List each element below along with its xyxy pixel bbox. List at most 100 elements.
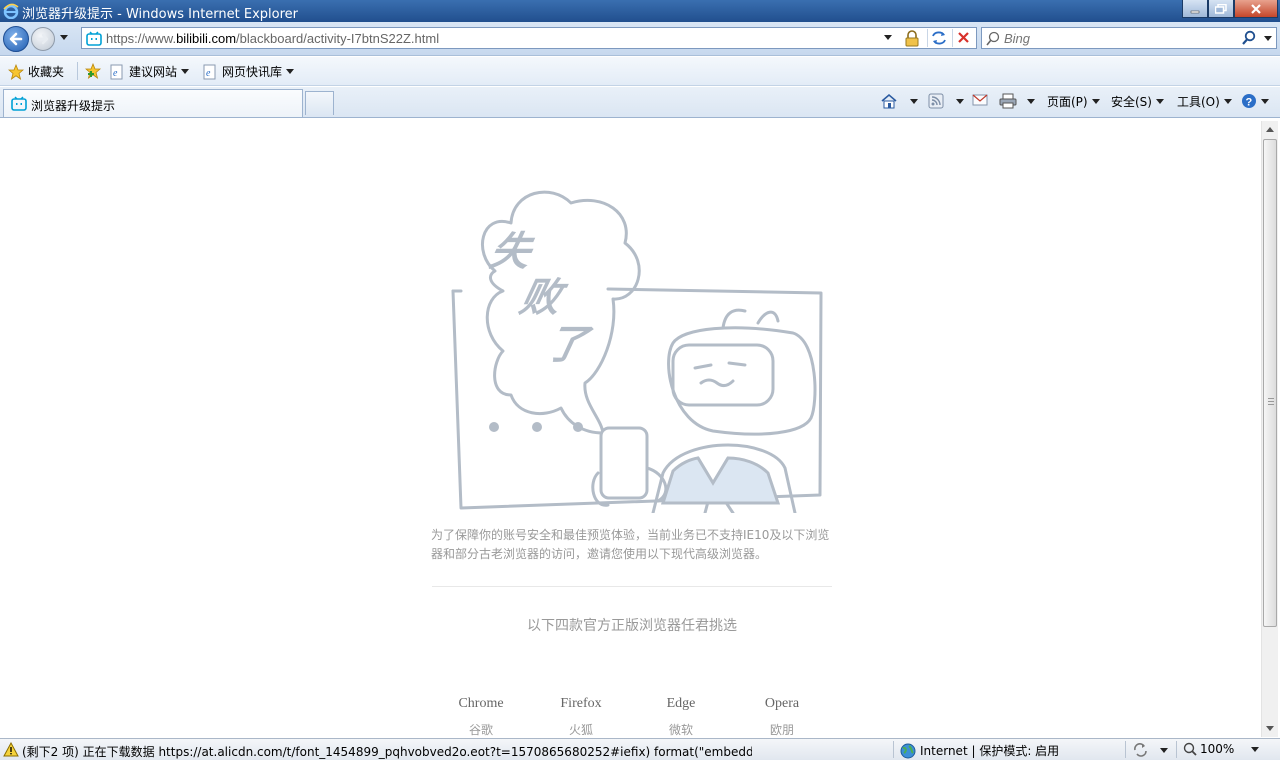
history-dropdown-icon[interactable] xyxy=(60,35,68,40)
svg-text:e: e xyxy=(113,68,118,79)
fav-link-suggested-sites[interactable]: e 建议网站 xyxy=(109,63,190,80)
address-toolbar: https://www.bilibili.com/blackboard/acti… xyxy=(0,22,1280,56)
scroll-up-icon[interactable] xyxy=(1266,127,1274,132)
read-mail-button[interactable] xyxy=(972,93,988,107)
chevron-down-icon xyxy=(1155,99,1164,104)
mail-icon xyxy=(972,94,988,106)
minimize-icon xyxy=(1190,10,1200,13)
svg-text:?: ? xyxy=(1246,97,1253,109)
refresh-button[interactable] xyxy=(927,29,949,47)
close-window-button[interactable] xyxy=(1234,0,1278,18)
refresh-settings-icon xyxy=(1134,743,1147,757)
chevron-down-icon xyxy=(1160,747,1168,753)
status-text: (剩下2 项) 正在下载数据 https://at.alicdn.com/t/f… xyxy=(22,745,752,759)
back-button[interactable] xyxy=(3,26,29,52)
tab-title: 浏览器升级提示 xyxy=(31,99,116,113)
browser-option-chrome[interactable]: Chrome 谷歌 xyxy=(431,696,531,737)
address-bar[interactable]: https://www.bilibili.com/blackboard/acti… xyxy=(81,27,977,49)
bilibili-tv-icon xyxy=(11,96,27,111)
chevron-down-icon xyxy=(1251,746,1260,752)
warning-icon[interactable] xyxy=(3,742,19,757)
stop-button[interactable] xyxy=(952,29,974,47)
help-button[interactable]: ? xyxy=(1241,93,1269,109)
safety-menu-label: 安全(S) xyxy=(1111,95,1152,109)
chevron-down-icon xyxy=(1027,98,1035,104)
url-prefix: https://www. xyxy=(106,31,177,46)
add-to-favorites-bar-button[interactable] xyxy=(85,63,103,79)
address-dropdown-icon[interactable] xyxy=(884,35,892,40)
print-button[interactable] xyxy=(999,93,1035,109)
tools-menu-label: 工具(O) xyxy=(1177,95,1220,109)
stop-x-icon xyxy=(958,32,969,43)
browser-choice-subtitle: 以下四款官方正版浏览器任君挑选 xyxy=(527,618,737,634)
search-input[interactable] xyxy=(1004,30,1244,46)
chevron-down-icon xyxy=(286,69,295,74)
help-icon: ? xyxy=(1242,94,1256,109)
browser-name-cn: 火狐 xyxy=(568,723,593,737)
fav-link-web-slice-gallery[interactable]: e 网页快讯库 xyxy=(202,63,295,80)
status-separator xyxy=(1176,741,1177,758)
new-tab-button[interactable] xyxy=(305,91,334,115)
chevron-down-icon xyxy=(1091,99,1100,104)
tab-and-command-bar: 浏览器升级提示 页面(P) 安全(S) 工具(O) ? xyxy=(0,87,1280,118)
browser-name[interactable]: Edge xyxy=(631,696,731,716)
safety-menu-button[interactable]: 安全(S) xyxy=(1111,93,1164,110)
grip-icon xyxy=(1268,398,1274,405)
ie-page-icon: e xyxy=(203,64,216,79)
restore-icon xyxy=(1215,3,1227,14)
browser-name[interactable]: Firefox xyxy=(531,696,631,716)
close-icon xyxy=(1251,3,1261,14)
zoom-icon xyxy=(1183,742,1197,756)
browser-option-opera[interactable]: Opera 欧朋 xyxy=(732,696,832,737)
change-status-button[interactable] xyxy=(1132,742,1168,758)
status-separator xyxy=(893,741,894,758)
tools-menu-button[interactable]: 工具(O) xyxy=(1177,93,1232,110)
chevron-down-icon xyxy=(910,98,918,104)
browser-name-cn: 微软 xyxy=(668,723,693,737)
search-box[interactable] xyxy=(981,27,1277,49)
page-menu-label: 页面(P) xyxy=(1047,95,1088,109)
vertical-scrollbar[interactable] xyxy=(1261,121,1278,737)
add-favorite-star-icon xyxy=(85,63,102,79)
printer-icon xyxy=(999,93,1017,109)
title-bar: 浏览器升级提示 - Windows Internet Explorer xyxy=(0,0,1280,22)
feeds-button[interactable] xyxy=(928,93,964,109)
browser-name-cn: 欧朋 xyxy=(769,723,794,737)
url-path: /blackboard/activity-I7btnS22Z.html xyxy=(236,31,440,46)
ie-logo-icon xyxy=(3,3,19,19)
search-icon[interactable] xyxy=(1242,30,1256,46)
favorites-separator xyxy=(77,62,78,80)
browser-name[interactable]: Opera xyxy=(732,696,832,716)
browser-name-cn: 谷歌 xyxy=(468,723,493,737)
fav-link-label: 建议网站 xyxy=(129,65,178,79)
window-controls xyxy=(1182,0,1278,18)
bilibili-tv-icon xyxy=(86,31,102,46)
browser-option-edge[interactable]: Edge 微软 xyxy=(631,696,731,737)
scrollbar-thumb[interactable] xyxy=(1263,139,1277,627)
page-menu-button[interactable]: 页面(P) xyxy=(1047,93,1100,110)
security-zone[interactable]: Internet | 保护模式: 启用 xyxy=(900,742,1059,759)
upgrade-description: 为了保障你的账号安全和最佳预览体验，当前业务已不支持IE10及以下浏览器和部分古… xyxy=(431,528,830,561)
search-provider-icon xyxy=(986,31,1000,46)
lock-icon[interactable] xyxy=(902,30,922,47)
zoom-control[interactable]: 100% xyxy=(1183,742,1260,756)
favorites-button[interactable]: 收藏夹 xyxy=(8,63,64,80)
search-options-dropdown-icon[interactable] xyxy=(1264,36,1272,41)
svg-text:e: e xyxy=(206,68,211,79)
restore-button[interactable] xyxy=(1208,0,1234,18)
browser-option-firefox[interactable]: Firefox 火狐 xyxy=(531,696,631,737)
rss-feed-icon xyxy=(928,93,944,109)
arrow-right-icon xyxy=(36,33,49,45)
url-text[interactable]: https://www.bilibili.com/blackboard/acti… xyxy=(106,31,439,46)
illustration-char-1: 失 xyxy=(485,227,539,274)
tab-browser-upgrade[interactable]: 浏览器升级提示 xyxy=(3,89,303,117)
scroll-down-icon[interactable] xyxy=(1266,726,1274,731)
window-title: 浏览器升级提示 - Windows Internet Explorer xyxy=(22,7,298,22)
browser-name[interactable]: Chrome xyxy=(431,696,531,716)
forward-button[interactable] xyxy=(31,27,55,51)
chevron-down-icon xyxy=(1223,99,1232,104)
chevron-down-icon xyxy=(956,98,964,104)
home-button[interactable] xyxy=(880,93,918,109)
minimize-button[interactable] xyxy=(1182,0,1208,18)
illustration-char-2: 败 xyxy=(516,273,572,320)
